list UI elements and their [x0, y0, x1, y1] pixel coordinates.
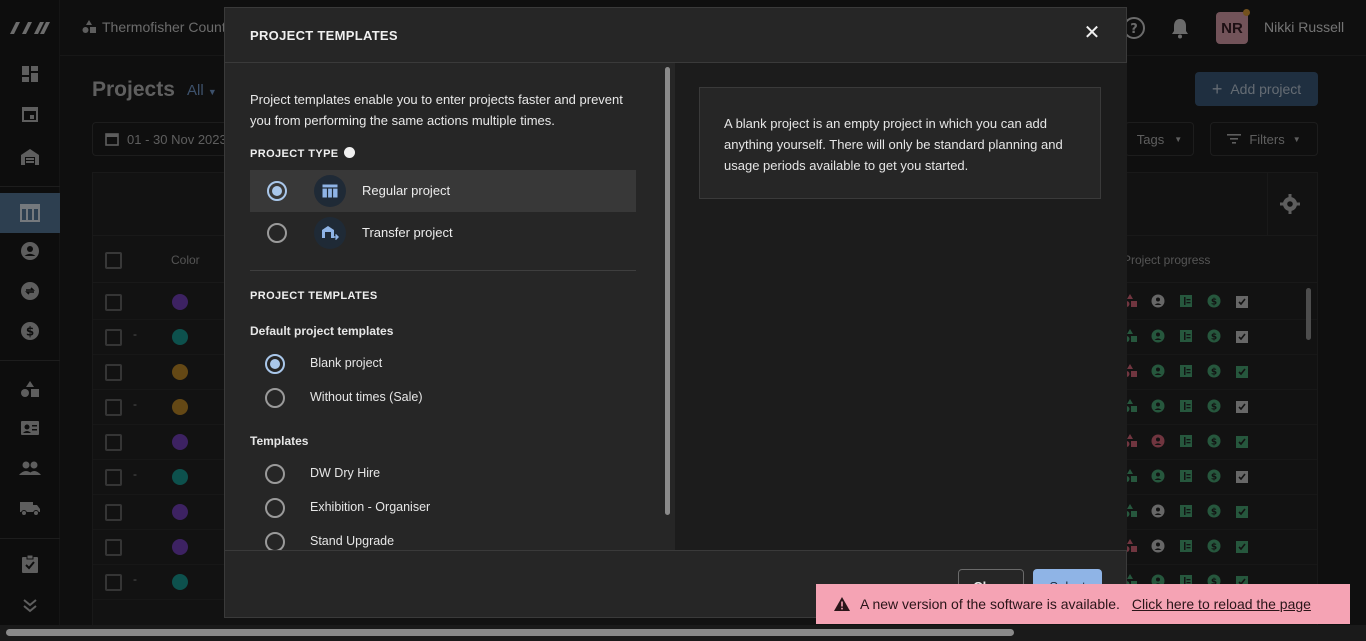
dialog-title: PROJECT TEMPLATES — [250, 28, 398, 43]
close-icon[interactable]: ✕ — [1083, 23, 1101, 43]
update-notification: A new version of the software is availab… — [816, 584, 1350, 624]
regular-project-radio[interactable] — [267, 181, 287, 201]
project-type-heading: PROJECT TYPE — [250, 147, 355, 160]
dialog-header: PROJECT TEMPLATES ✕ — [225, 8, 1126, 63]
exhibition-organiser-label: Exhibition - Organiser — [310, 500, 431, 514]
dw-dry-hire-radio[interactable] — [265, 464, 285, 484]
stand-upgrade-label: Stand Upgrade — [310, 534, 395, 548]
reload-page-link[interactable]: Click here to reload the page — [1132, 596, 1311, 612]
transfer-project-radio[interactable] — [267, 223, 287, 243]
project-templates-heading: PROJECT TEMPLATES — [250, 290, 378, 302]
template-option-without-times[interactable]: Without times (Sale) — [265, 386, 625, 410]
template-description-panel: A blank project is an empty project in w… — [675, 63, 1127, 550]
info-icon[interactable] — [343, 147, 355, 158]
horizontal-scrollbar[interactable] — [6, 629, 1014, 636]
template-option-dw-dry-hire[interactable]: DW Dry Hire — [265, 462, 625, 486]
without-times-radio[interactable] — [265, 388, 285, 408]
template-option-exhibition-organiser[interactable]: Exhibition - Organiser — [265, 496, 625, 520]
project-type-option-transfer[interactable]: Transfer project — [250, 212, 636, 254]
default-templates-heading: Default project templates — [250, 324, 394, 338]
template-description: A blank project is an empty project in w… — [699, 87, 1101, 199]
project-templates-dialog: PROJECT TEMPLATES ✕ Project templates en… — [224, 7, 1127, 618]
section-divider — [250, 270, 636, 271]
templates-heading: Templates — [250, 434, 309, 448]
intro-text: Project templates enable you to enter pr… — [250, 92, 623, 128]
stand-upgrade-radio[interactable] — [265, 532, 285, 550]
blank-project-radio[interactable] — [265, 354, 285, 374]
template-options-panel: Project templates enable you to enter pr… — [225, 63, 674, 550]
template-option-stand-upgrade[interactable]: Stand Upgrade — [265, 530, 625, 550]
project-type-option-regular[interactable]: Regular project — [250, 170, 636, 212]
warning-icon — [834, 597, 850, 611]
transfer-icon — [314, 217, 346, 249]
panel-scrollbar[interactable] — [665, 67, 670, 515]
project-type-label: PROJECT TYPE — [250, 148, 339, 160]
update-message: A new version of the software is availab… — [860, 596, 1120, 612]
transfer-project-label: Transfer project — [362, 225, 453, 240]
template-option-blank-project[interactable]: Blank project — [265, 352, 625, 376]
exhibition-organiser-radio[interactable] — [265, 498, 285, 518]
without-times-label: Without times (Sale) — [310, 390, 423, 404]
table-icon — [314, 175, 346, 207]
regular-project-label: Regular project — [362, 183, 451, 198]
dw-dry-hire-label: DW Dry Hire — [310, 466, 381, 480]
blank-project-label: Blank project — [310, 356, 383, 370]
